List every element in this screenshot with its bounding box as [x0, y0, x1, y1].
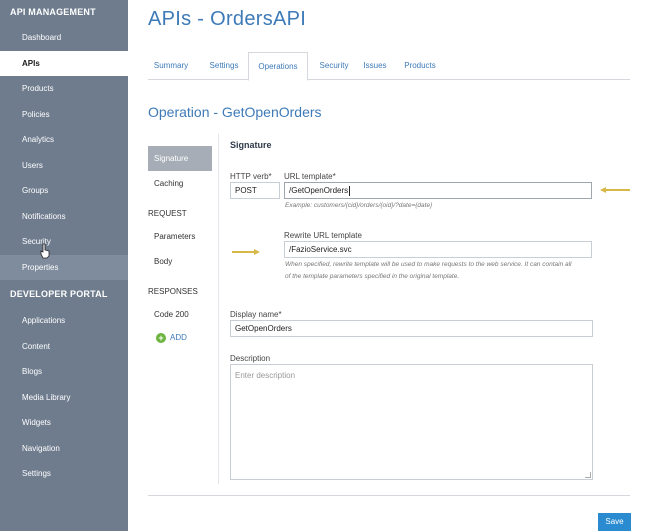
signature-heading: Signature [230, 140, 272, 150]
http-verb-value: POST [235, 186, 257, 195]
sidebar-item-policies[interactable]: Policies [0, 102, 128, 128]
tab-bar: Summary Settings Operations Security Iss… [148, 52, 630, 81]
tab-issues[interactable]: Issues [360, 52, 390, 80]
tab-operations[interactable]: Operations [248, 52, 308, 81]
url-template-value: /GetOpenOrders [289, 186, 349, 195]
nav-caching[interactable]: Caching [148, 171, 212, 196]
nav-code-200[interactable]: Code 200 [148, 302, 212, 327]
text-caret [349, 185, 351, 196]
tab-summary[interactable]: Summary [150, 52, 192, 80]
sidebar-item-products[interactable]: Products [0, 76, 128, 102]
url-template-label: URL template* [284, 172, 336, 181]
arrow-right-icon [232, 249, 260, 255]
description-placeholder: Enter description [235, 371, 296, 380]
sidebar-item-properties[interactable]: Properties [0, 254, 128, 280]
nav-parameters[interactable]: Parameters [148, 224, 212, 249]
nav-body[interactable]: Body [148, 249, 212, 274]
http-verb-field[interactable]: POST [230, 182, 280, 199]
rewrite-url-value: /FazioService.svc [289, 245, 352, 254]
hand-cursor-icon [40, 243, 50, 259]
sidebar-item-analytics[interactable]: Analytics [0, 127, 128, 153]
rewrite-hint-line-2: of the template parameters specified in … [285, 273, 460, 280]
tab-products[interactable]: Products [400, 52, 440, 80]
sidebar-section-developer-portal: DEVELOPER PORTAL [10, 289, 108, 299]
rewrite-hint-line-1: When specified, rewrite template will be… [285, 261, 572, 268]
display-name-value: GetOpenOrders [235, 324, 292, 333]
add-response-button[interactable]: + ADD [148, 327, 212, 349]
plus-icon: + [156, 333, 166, 343]
sidebar-item-users[interactable]: Users [0, 153, 128, 179]
sidebar-item-navigation[interactable]: Navigation [0, 436, 128, 462]
operation-nav: Signature Caching REQUEST Parameters Bod… [148, 146, 212, 349]
operation-title: Operation - GetOpenOrders [148, 104, 322, 120]
sidebar-item-media-library[interactable]: Media Library [0, 385, 128, 411]
arrow-left-icon [600, 187, 630, 193]
sidebar-section-api-management: API MANAGEMENT [10, 7, 96, 17]
resize-handle-icon[interactable] [585, 472, 591, 478]
main-content: APIs - OrdersAPI Summary Settings Operat… [128, 0, 650, 531]
description-textarea[interactable]: Enter description [230, 364, 593, 480]
sidebar-item-applications[interactable]: Applications [0, 308, 128, 334]
divider [218, 134, 219, 484]
tab-settings[interactable]: Settings [206, 52, 242, 80]
nav-responses-heading: RESPONSES [148, 287, 198, 296]
sidebar-item-settings[interactable]: Settings [0, 461, 128, 487]
save-button[interactable]: Save [598, 513, 631, 531]
display-name-label: Display name* [230, 310, 282, 319]
sidebar: API MANAGEMENT Dashboard APIs Products P… [0, 0, 128, 531]
nav-request-heading: REQUEST [148, 209, 187, 218]
url-template-field[interactable]: /GetOpenOrders [284, 182, 592, 199]
sidebar-item-security[interactable]: Security [0, 229, 128, 255]
url-template-hint: Example: customers/{cid}/orders/{oid}/?d… [285, 202, 433, 209]
sidebar-item-notifications[interactable]: Notifications [0, 204, 128, 230]
rewrite-url-hint: When specified, rewrite template will be… [285, 259, 605, 283]
tab-security[interactable]: Security [314, 52, 354, 80]
sidebar-item-dashboard[interactable]: Dashboard [0, 25, 128, 51]
footer-divider [148, 495, 630, 496]
add-label: ADD [170, 333, 187, 342]
http-verb-label: HTTP verb* [230, 172, 272, 181]
sidebar-item-blogs[interactable]: Blogs [0, 359, 128, 385]
sidebar-item-apis[interactable]: APIs [0, 50, 128, 76]
rewrite-url-field[interactable]: /FazioService.svc [284, 241, 592, 258]
sidebar-item-groups[interactable]: Groups [0, 178, 128, 204]
display-name-field[interactable]: GetOpenOrders [230, 320, 593, 337]
rewrite-url-label: Rewrite URL template [284, 231, 362, 240]
description-label: Description [230, 354, 271, 363]
page-title: APIs - OrdersAPI [148, 8, 307, 30]
sidebar-item-content[interactable]: Content [0, 334, 128, 360]
nav-signature[interactable]: Signature [148, 146, 212, 171]
sidebar-item-widgets[interactable]: Widgets [0, 410, 128, 436]
